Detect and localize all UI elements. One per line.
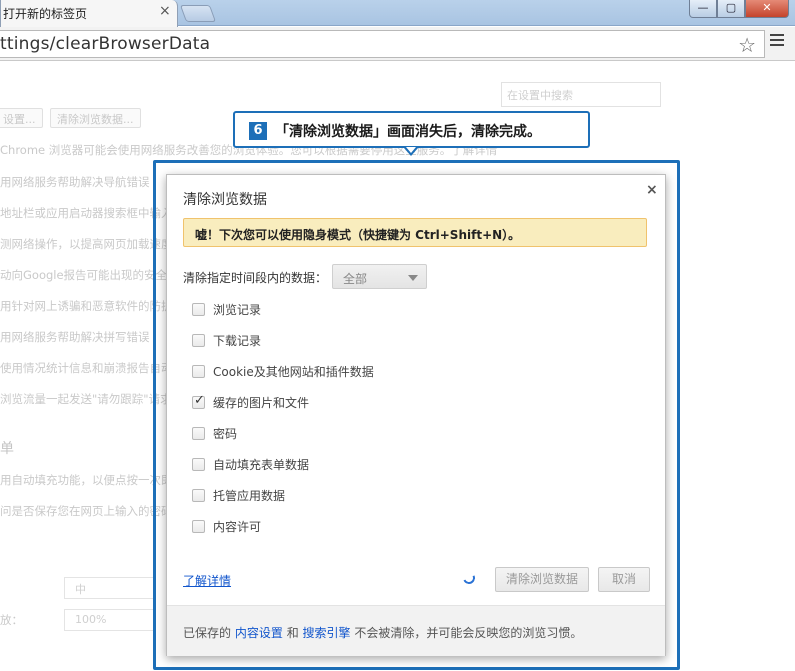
checkbox-checked[interactable]: ✓ [192,392,205,409]
tab-title: 打开新的标签页 [3,7,88,21]
option-row[interactable]: 自动填充表单数据 [192,454,309,474]
autofill-option: 用自动填充功能，以便点按一次即 [0,473,173,487]
address-bar[interactable]: ttings/clearBrowserData ☆ [0,30,765,58]
incognito-tip-text: 嘘！下次您可以使用隐身模式（快捷键为 Ctrl+Shift+N）。 [195,228,521,242]
zoom-select[interactable]: 100% [64,609,154,631]
privacy-option: 用网络服务帮助解决导航错误 [0,175,150,189]
clear-data-button[interactable]: 清除浏览数据 [495,567,589,592]
maximize-icon[interactable]: ▢ [717,0,745,18]
cancel-button[interactable]: 取消 [598,567,650,592]
step-number: 6 [249,122,267,140]
step-text: 「清除浏览数据」画面消失后，清除完成。 [275,124,541,140]
footer-prefix: 已保存的 [183,626,232,640]
window-controls: — ▢ ✕ [689,0,789,18]
clear-browsing-data-button[interactable]: 清除浏览数据... [50,108,141,128]
chrome-menu-icon[interactable] [770,34,784,47]
footer-text: 已保存的 内容设置 和 搜索引擎 不会被清除，并可能会反映您的浏览习惯。 [183,624,582,641]
privacy-option: 地址栏或应用启动器搜索框中输入 [0,206,173,220]
minimize-icon[interactable]: — [689,0,717,18]
privacy-option: 用网络服务帮助解决拼写错误 [0,330,150,344]
checkbox[interactable] [192,519,205,533]
toolbar: ttings/clearBrowserData ☆ [0,27,795,61]
option-label: 密码 [213,426,238,441]
option-label: 内容许可 [213,519,262,534]
settings-search-input[interactable]: 在设置中搜索 [501,82,661,107]
checkbox[interactable] [192,426,205,440]
option-label: 浏览记录 [213,302,262,317]
option-row[interactable]: 托管应用数据 [192,485,285,505]
privacy-option: 使用情况统计信息和崩溃报告自动 [0,361,173,375]
checkbox[interactable] [192,333,205,347]
dialog-title: 清除浏览数据 [183,192,267,208]
option-row[interactable]: 浏览记录 [192,299,261,319]
checkbox[interactable] [192,457,205,471]
password-option: 问是否保存您在网页上输入的密码 [0,504,173,518]
bookmark-star-icon[interactable]: ☆ [738,33,756,57]
clear-browsing-data-dialog: 清除浏览数据 × 嘘！下次您可以使用隐身模式（快捷键为 Ctrl+Shift+N… [166,174,666,656]
footer-suffix: 不会被清除，并可能会反映您的浏览习惯。 [354,626,583,640]
autofill-section-heading: 单 [0,441,14,457]
search-engines-link[interactable]: 搜索引擎 [303,626,351,640]
new-tab-button[interactable] [179,5,217,22]
option-label: 缓存的图片和文件 [213,395,310,410]
close-window-icon[interactable]: ✕ [745,0,789,18]
content-settings-button[interactable]: 设置... [0,108,43,128]
checkbox[interactable] [192,302,205,316]
option-row[interactable]: 内容许可 [192,516,261,536]
loading-spinner-icon [461,570,477,586]
option-row[interactable]: Cookie及其他网站和插件数据 [192,361,374,381]
incognito-tip: 嘘！下次您可以使用隐身模式（快捷键为 Ctrl+Shift+N）。 [183,218,647,247]
checkbox[interactable] [192,488,205,502]
privacy-option: 浏览流量一起发送"请勿跟踪"请求 [0,392,172,406]
option-label: 自动填充表单数据 [213,457,310,472]
tab-close-icon[interactable]: × [159,3,171,19]
checkmark-icon: ✓ [194,392,205,408]
tab-new-tab-page[interactable]: 打开新的标签页 × [0,0,178,27]
option-label: 托管应用数据 [213,488,286,503]
time-period-select[interactable]: 全部 [332,264,427,289]
privacy-option: 用针对网上诱骗和恶意软件的防护 [0,299,173,313]
option-row[interactable]: 下载记录 [192,330,261,350]
chevron-down-icon [408,275,418,281]
callout-pointer-fill [406,147,416,153]
step-callout: 6 「清除浏览数据」画面消失后，清除完成。 [233,111,590,148]
time-period-label: 清除指定时间段内的数据： [183,271,328,285]
checkbox[interactable] [192,364,205,378]
zoom-label: 放： [0,613,23,627]
content-settings-link[interactable]: 内容设置 [235,626,283,640]
privacy-option: 测网络操作，以提高网页加载速度 [0,237,173,251]
privacy-option: 动向Google报告可能出现的安全 [0,268,168,282]
dialog-footer: 已保存的 内容设置 和 搜索引擎 不会被清除，并可能会反映您的浏览习惯。 [167,605,665,656]
url-text: ttings/clearBrowserData [0,34,211,54]
dialog-close-icon[interactable]: × [646,182,658,198]
option-label: Cookie及其他网站和插件数据 [213,364,374,379]
tab-strip: 打开新的标签页 × — ▢ ✕ [0,0,795,27]
option-row[interactable]: 密码 [192,423,237,443]
footer-and: 和 [286,626,299,640]
time-period-value: 全部 [343,272,368,286]
option-row[interactable]: ✓ 缓存的图片和文件 [192,392,309,412]
font-size-select[interactable]: 中 [64,577,154,599]
option-label: 下载记录 [213,333,262,348]
learn-more-link[interactable]: 了解详情 [183,572,231,589]
